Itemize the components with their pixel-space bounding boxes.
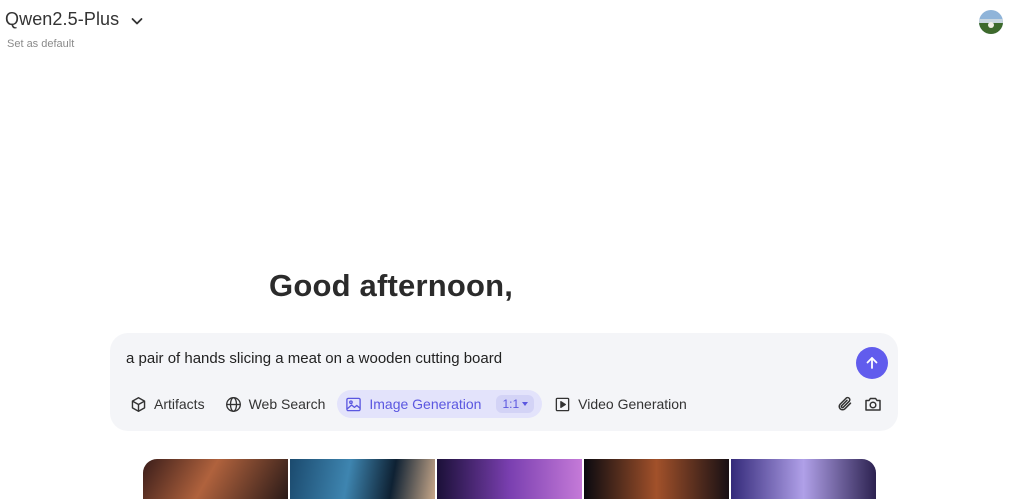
paperclip-icon[interactable] (836, 395, 854, 413)
artifacts-button[interactable]: Artifacts (122, 390, 213, 418)
gallery-thumbnail[interactable] (437, 459, 582, 499)
camera-icon[interactable] (864, 395, 882, 413)
arrow-up-icon (866, 357, 878, 369)
set-as-default-link[interactable]: Set as default (7, 38, 74, 50)
video-generation-label: Video Generation (578, 396, 687, 412)
aspect-ratio-dropdown[interactable]: 1:1 (496, 395, 535, 413)
model-name: Qwen2.5-Plus (5, 9, 120, 29)
web-search-button[interactable]: Web Search (217, 390, 334, 418)
aspect-ratio-value: 1:1 (502, 397, 520, 411)
caret-down-icon (522, 402, 529, 406)
gallery-thumbnail[interactable] (584, 459, 729, 499)
send-button[interactable] (856, 347, 888, 379)
image-generation-label: Image Generation (369, 396, 482, 412)
composer-attachments (836, 395, 882, 413)
video-play-icon (555, 397, 570, 411)
web-search-label: Web Search (248, 396, 326, 412)
model-selector[interactable]: Qwen2.5-Plus (5, 9, 145, 30)
prompt-input[interactable] (126, 350, 826, 367)
gallery-thumbnail[interactable] (143, 459, 288, 499)
greeting-heading: Good afternoon, (269, 268, 514, 303)
artifacts-label: Artifacts (154, 396, 205, 412)
image-generation-button[interactable]: Image Generation 1:1 (337, 390, 543, 418)
composer-toolbar: Artifacts Web Search Image Generation 1:… (122, 389, 695, 419)
example-gallery (143, 459, 876, 499)
chevron-down-icon (131, 17, 143, 24)
video-generation-button[interactable]: Video Generation (546, 390, 695, 418)
avatar[interactable] (979, 10, 1003, 34)
gallery-thumbnail[interactable] (290, 459, 435, 499)
gallery-thumbnail[interactable] (731, 459, 876, 499)
image-icon (346, 397, 362, 411)
chat-composer: Artifacts Web Search Image Generation 1:… (110, 333, 898, 431)
cube-icon (131, 396, 146, 412)
globe-icon (225, 396, 241, 412)
